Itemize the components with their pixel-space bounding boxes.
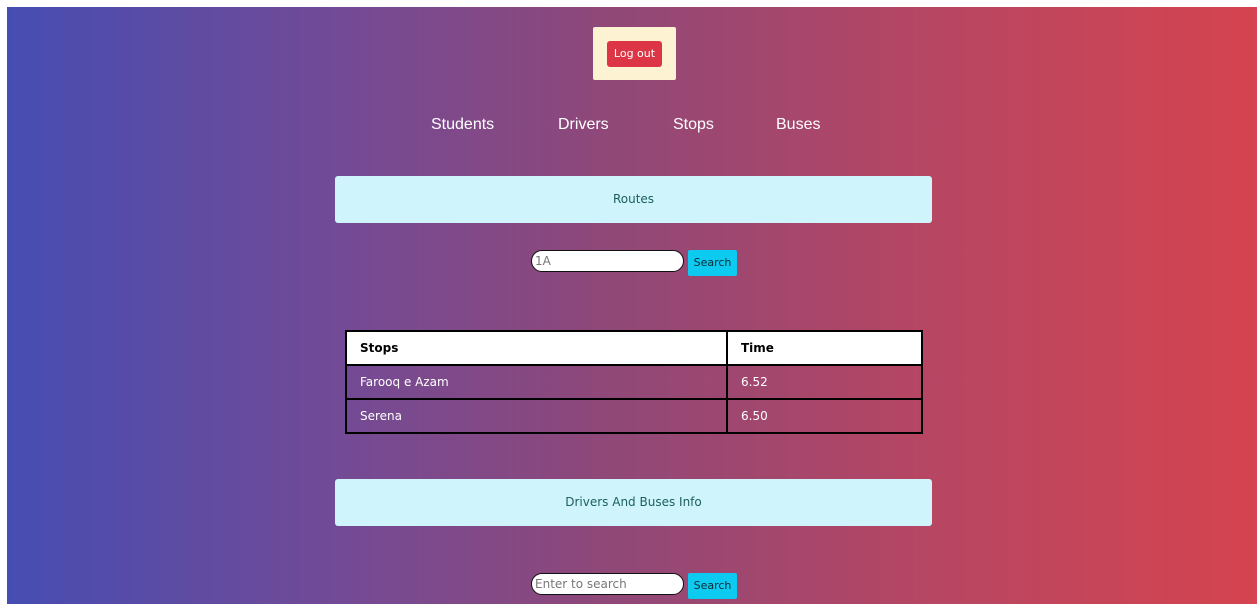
nav-item-students[interactable]: Students	[431, 113, 494, 137]
drivers-search-input[interactable]	[531, 573, 684, 595]
nav-item-stops[interactable]: Stops	[673, 113, 714, 137]
time-cell: 6.52	[726, 364, 923, 400]
table-header-row: Stops Time	[345, 330, 923, 366]
time-cell: 6.50	[726, 398, 923, 434]
column-header-stops: Stops	[345, 330, 728, 366]
main-nav: Students Drivers Stops Buses	[7, 113, 1257, 137]
column-header-time: Time	[726, 330, 923, 366]
table-row: Farooq e Azam 6.52	[345, 364, 923, 400]
drivers-buses-banner: Drivers And Buses Info	[335, 479, 932, 526]
routes-table: Stops Time Farooq e Azam 6.52 Serena 6.5…	[345, 330, 923, 434]
routes-banner: Routes	[335, 176, 932, 223]
stop-cell: Farooq e Azam	[345, 364, 728, 400]
table-row: Serena 6.50	[345, 398, 923, 434]
stop-cell: Serena	[345, 398, 728, 434]
page-background: Log out Students Drivers Stops Buses Rou…	[7, 7, 1257, 604]
route-search-button[interactable]: Search	[688, 250, 737, 276]
drivers-search-button[interactable]: Search	[688, 573, 737, 599]
logout-button[interactable]: Log out	[607, 41, 662, 67]
route-search-input[interactable]	[531, 250, 684, 272]
logout-card: Log out	[593, 27, 676, 80]
nav-item-drivers[interactable]: Drivers	[558, 113, 609, 137]
nav-item-buses[interactable]: Buses	[776, 113, 820, 137]
